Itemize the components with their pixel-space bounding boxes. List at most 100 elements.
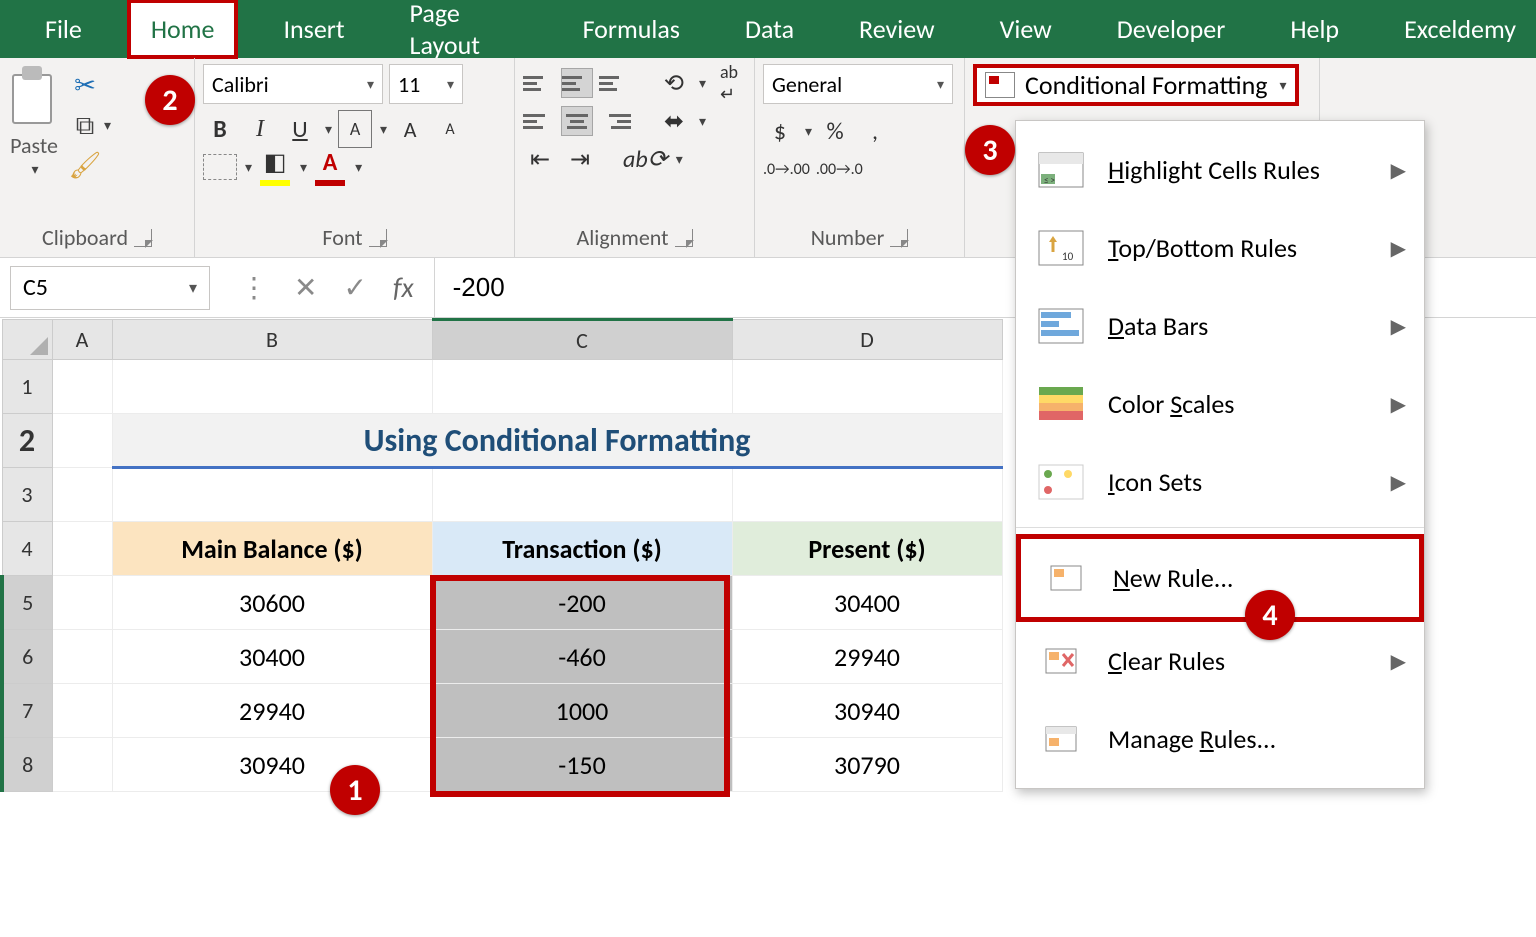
col-header-D[interactable]: D xyxy=(732,320,1002,360)
row-header-8[interactable]: 8 xyxy=(2,738,52,792)
cell-C5[interactable]: -200 xyxy=(432,576,732,630)
row-header-5[interactable]: 5 xyxy=(2,576,52,630)
cf-new-rule[interactable]: New Rule... xyxy=(1016,534,1424,622)
number-launcher[interactable] xyxy=(890,229,908,247)
formula-menu-icon[interactable]: ⋮ xyxy=(240,270,268,305)
font-color-button[interactable]: A xyxy=(313,148,347,186)
paste-icon[interactable] xyxy=(8,64,60,130)
fill-color-button[interactable]: ◧ xyxy=(258,148,292,186)
clipboard-launcher[interactable] xyxy=(134,229,152,247)
increase-decimal-button[interactable]: .0→.00 xyxy=(763,150,810,188)
row-header-7[interactable]: 7 xyxy=(2,684,52,738)
header-transaction[interactable]: Transaction ($) xyxy=(432,522,732,576)
sheet-title[interactable]: Using Conditional Formatting xyxy=(112,414,1002,468)
tab-review[interactable]: Review xyxy=(839,3,955,55)
cell-D8[interactable]: 30790 xyxy=(732,738,1002,792)
tab-exceldemy[interactable]: Exceldemy xyxy=(1384,3,1536,55)
enter-formula-button[interactable]: ✓ xyxy=(343,270,366,305)
col-header-A[interactable]: A xyxy=(52,320,112,360)
align-center-button[interactable] xyxy=(561,106,593,136)
italic-button[interactable]: I xyxy=(243,110,277,148)
align-top-button[interactable] xyxy=(523,68,555,98)
alignment-launcher[interactable] xyxy=(675,229,693,247)
font-color-dropdown[interactable]: ▾ xyxy=(355,159,362,176)
align-middle-button[interactable] xyxy=(561,68,593,98)
col-header-B[interactable]: B xyxy=(112,320,432,360)
cell-B8[interactable]: 30940 xyxy=(112,738,432,792)
merge-button[interactable]: ⬌ xyxy=(657,102,691,140)
row-header-6[interactable]: 6 xyxy=(2,630,52,684)
decrease-font-button[interactable]: A xyxy=(433,110,467,148)
copy-icon[interactable]: ⧉ xyxy=(68,110,102,140)
paste-dropdown[interactable]: ▾ xyxy=(31,161,38,178)
wrap-text-button[interactable]: ab↵ xyxy=(712,64,746,102)
cf-data-bars[interactable]: Data Bars▶ xyxy=(1016,287,1424,365)
name-box[interactable]: C5▾ xyxy=(10,266,210,310)
row-header-4[interactable]: 4 xyxy=(2,522,52,576)
align-right-button[interactable] xyxy=(599,106,631,136)
paste-button[interactable]: Paste xyxy=(10,132,58,159)
fx-icon[interactable]: fx xyxy=(393,270,414,305)
cell-D7[interactable]: 30940 xyxy=(732,684,1002,738)
align-bottom-button[interactable] xyxy=(599,68,631,98)
row-header-3[interactable]: 3 xyxy=(2,468,52,522)
rotate-text-button[interactable]: ab⟳ xyxy=(623,140,668,178)
cf-top-bottom-rules[interactable]: 10 Top/Bottom Rules▶ xyxy=(1016,209,1424,287)
number-format-dropdown[interactable]: General▾ xyxy=(763,64,953,104)
col-header-C[interactable]: C xyxy=(432,320,732,360)
cell-B7[interactable]: 29940 xyxy=(112,684,432,738)
align-left-button[interactable] xyxy=(523,106,555,136)
tab-data[interactable]: Data xyxy=(725,3,814,55)
data-bars-icon xyxy=(1034,305,1088,347)
percent-button[interactable]: % xyxy=(818,112,852,150)
decrease-indent-button[interactable]: ⇤ xyxy=(523,140,557,178)
grid-table[interactable]: A B C D 1 2Using Conditional Formatting … xyxy=(0,318,1003,792)
header-main-balance[interactable]: Main Balance ($) xyxy=(112,522,432,576)
tab-file[interactable]: File xyxy=(25,3,102,55)
decrease-decimal-button[interactable]: .00→.0 xyxy=(816,150,863,188)
cell-D5[interactable]: 30400 xyxy=(732,576,1002,630)
increase-indent-button[interactable]: ⇥ xyxy=(563,140,597,178)
cell-D6[interactable]: 29940 xyxy=(732,630,1002,684)
font-launcher[interactable] xyxy=(369,229,387,247)
conditional-formatting-button[interactable]: Conditional Formatting ▾ xyxy=(973,64,1299,106)
select-all-button[interactable] xyxy=(2,320,52,360)
underline-dropdown[interactable]: ▾ xyxy=(325,121,332,138)
cell-B6[interactable]: 30400 xyxy=(112,630,432,684)
fill-color-dropdown[interactable]: ▾ xyxy=(300,159,307,176)
tab-view[interactable]: View xyxy=(980,3,1072,55)
cut-icon[interactable]: ✂ xyxy=(68,70,102,100)
cf-color-scales[interactable]: Color Scales▶ xyxy=(1016,365,1424,443)
borders-dropdown[interactable]: ▾ xyxy=(245,159,252,176)
cf-highlight-cells-rules[interactable]: ≤ > Highlight Cells Rules▶ xyxy=(1016,131,1424,209)
borders-button[interactable] xyxy=(203,154,237,180)
bold-button[interactable]: B xyxy=(203,110,237,148)
header-present[interactable]: Present ($) xyxy=(732,522,1002,576)
cell-B5[interactable]: 30600 xyxy=(112,576,432,630)
font-name-dropdown[interactable]: Calibri▾ xyxy=(203,64,383,104)
format-painter-icon[interactable]: 🖌 xyxy=(68,150,102,180)
comma-button[interactable]: , xyxy=(858,112,892,150)
row-header-1[interactable]: 1 xyxy=(2,360,52,414)
cell-C6[interactable]: -460 xyxy=(432,630,732,684)
cell-C8[interactable]: -150 xyxy=(432,738,732,792)
accounting-button[interactable]: $ xyxy=(763,112,797,150)
cf-clear-rules[interactable]: Clear Rules▶ xyxy=(1016,622,1424,700)
tab-help[interactable]: Help xyxy=(1270,3,1359,55)
tab-insert[interactable]: Insert xyxy=(263,3,364,55)
cell-C7[interactable]: 1000 xyxy=(432,684,732,738)
group-label-clipboard: Clipboard xyxy=(42,224,128,251)
tab-formulas[interactable]: Formulas xyxy=(563,3,700,55)
font-size-dropdown[interactable]: 11▾ xyxy=(389,64,463,104)
underline-button[interactable]: U xyxy=(283,110,317,148)
callout-badge-1: 1 xyxy=(330,765,380,815)
row-header-2[interactable]: 2 xyxy=(2,414,52,468)
cf-manage-rules[interactable]: Manage Rules... xyxy=(1016,700,1424,778)
cancel-formula-button[interactable]: ✕ xyxy=(294,270,317,305)
tab-home[interactable]: Home xyxy=(127,0,239,59)
cf-icon-sets[interactable]: Icon Sets▶ xyxy=(1016,443,1424,521)
orientation-button[interactable]: ⟲ xyxy=(657,64,691,102)
increase-font-button[interactable]: A xyxy=(393,110,427,148)
copy-dropdown[interactable]: ▾ xyxy=(104,117,111,134)
tab-developer[interactable]: Developer xyxy=(1097,3,1246,55)
